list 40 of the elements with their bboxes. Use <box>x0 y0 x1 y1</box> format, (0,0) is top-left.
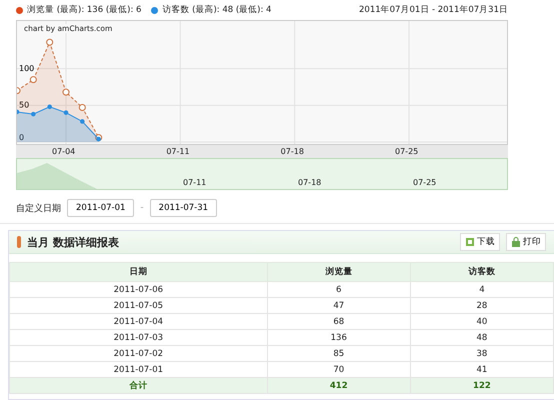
table-cell: 4 <box>410 282 554 298</box>
y-tick-label: 0 <box>19 133 24 142</box>
y-tick-label: 100 <box>19 64 34 73</box>
x-tick-label: 07-25 <box>395 147 418 156</box>
overview-label: 07-18 <box>298 178 322 187</box>
table-cell: 28 <box>410 298 554 314</box>
column-header: 访客数 <box>410 262 554 282</box>
column-header: 日期 <box>10 262 268 282</box>
date-range: 2011年07月01日 - 2011年07月31日 <box>359 4 508 16</box>
legend-label: 浏览量 (最高): 136 (最低): 6 <box>27 4 142 16</box>
table-cell: 2011-07-04 <box>10 314 268 330</box>
total-cell: 122 <box>410 378 554 394</box>
total-cell: 412 <box>267 378 410 394</box>
column-header: 浏览量 <box>267 262 410 282</box>
custom-date-label: 自定义日期 <box>16 202 61 214</box>
table-cell: 136 <box>267 330 410 346</box>
table-cell: 2011-07-01 <box>10 362 268 378</box>
x-tick-label: 07-11 <box>166 147 190 156</box>
table-cell: 85 <box>267 346 410 362</box>
table-cell: 2011-07-05 <box>10 298 268 314</box>
x-tick-label: 07-04 <box>52 147 76 156</box>
table-cell: 2011-07-06 <box>10 282 268 298</box>
date-separator: - <box>140 203 144 213</box>
report-title: 当月 数据详细报表 <box>27 234 119 250</box>
x-tick-label: 07-18 <box>280 147 304 156</box>
table-cell: 38 <box>410 346 554 362</box>
table-cell: 48 <box>410 330 554 346</box>
legend-label: 访客数 (最高): 48 (最低): 4 <box>162 4 272 16</box>
table-cell: 6 <box>267 282 410 298</box>
y-tick-label: 50 <box>19 100 30 110</box>
table-cell: 70 <box>267 362 410 378</box>
table-cell: 68 <box>267 314 410 330</box>
table-cell: 2011-07-02 <box>10 346 268 362</box>
table-cell: 47 <box>267 298 410 314</box>
table-cell: 40 <box>410 314 554 330</box>
total-cell: 合计 <box>10 378 268 394</box>
overview-label: 07-25 <box>413 178 436 187</box>
table-cell: 2011-07-03 <box>10 330 268 346</box>
table-cell: 41 <box>410 362 554 378</box>
overview-label: 07-11 <box>183 178 206 187</box>
